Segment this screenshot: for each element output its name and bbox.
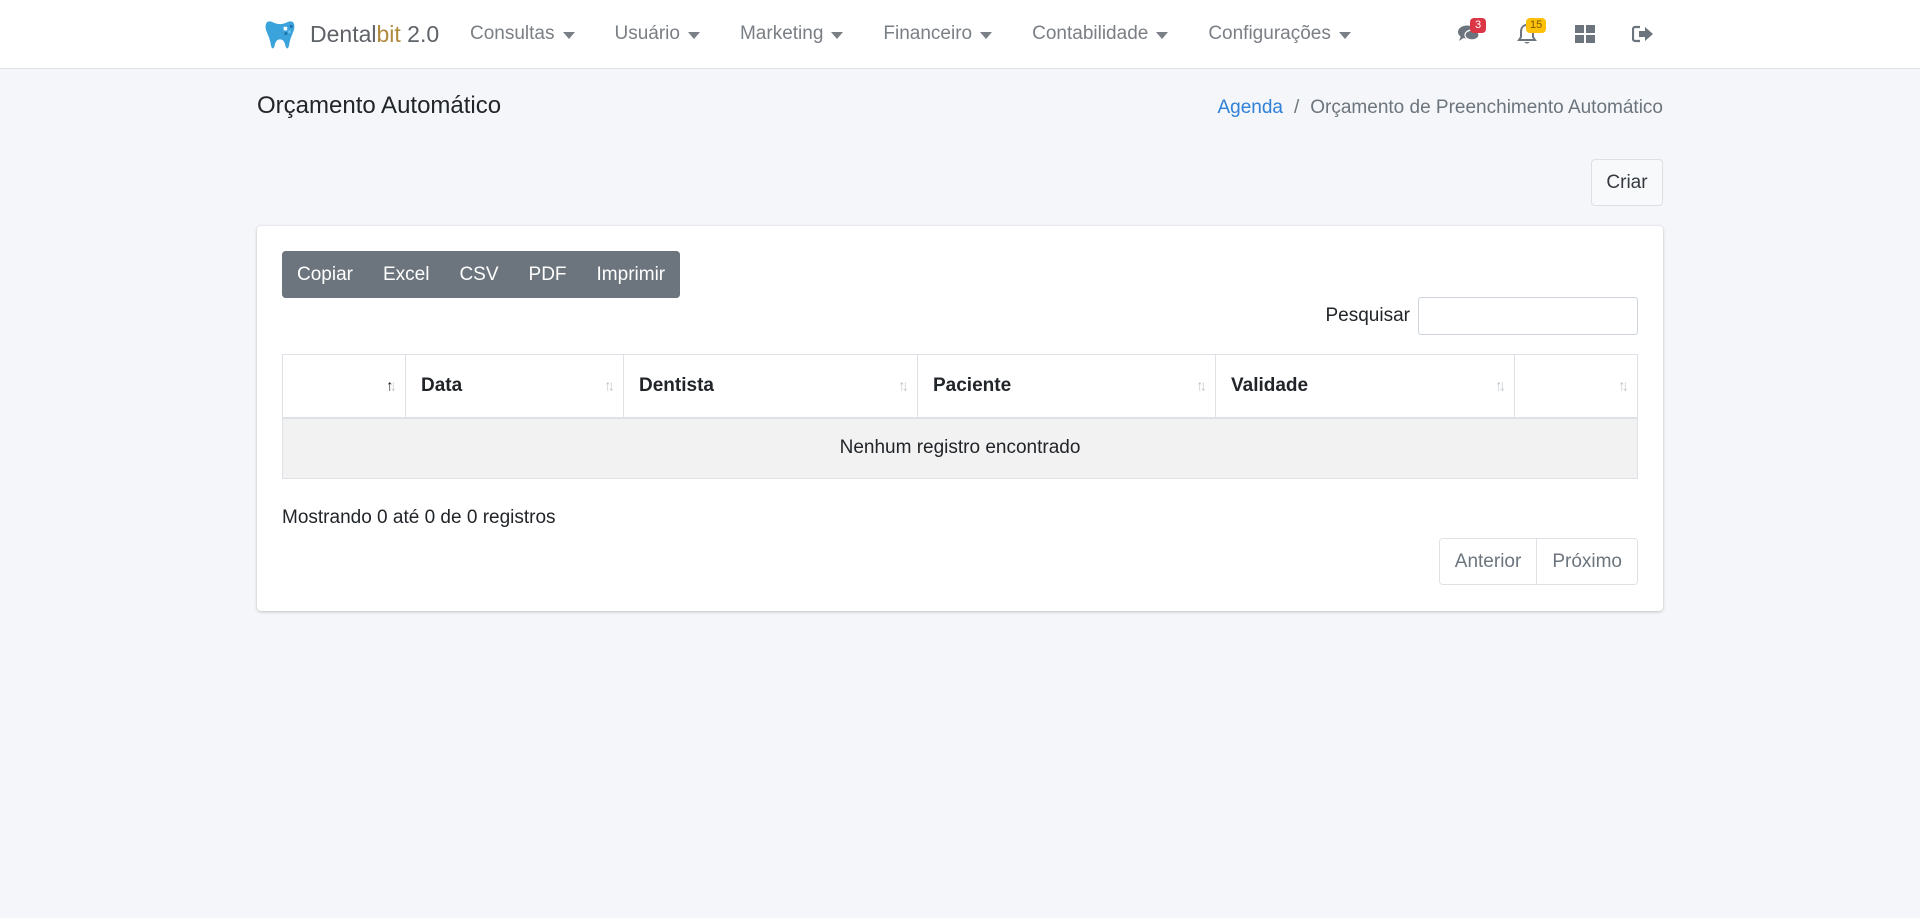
notifications-button[interactable]: 15 bbox=[1498, 14, 1556, 54]
menu-label: Financeiro bbox=[883, 23, 973, 44]
tooth-logo-icon bbox=[265, 21, 295, 49]
column-header-dentista[interactable]: Dentista ↑↓ bbox=[623, 354, 918, 419]
sort-icon: ↑↓ bbox=[898, 377, 909, 395]
menu-marketing[interactable]: Marketing bbox=[720, 23, 863, 45]
menu-label: Usuário bbox=[614, 23, 680, 44]
caret-down-icon bbox=[1156, 31, 1169, 39]
caret-down-icon bbox=[980, 31, 993, 39]
pagination: Anterior Próximo bbox=[1438, 538, 1638, 585]
menu-usuario[interactable]: Usuário bbox=[595, 23, 720, 45]
pdf-button[interactable]: PDF bbox=[513, 251, 582, 298]
menu-label: Configurações bbox=[1208, 23, 1331, 44]
empty-table-message: Nenhum registro encontrado bbox=[282, 417, 1638, 479]
brand-link[interactable]: Dentalbit 2.0 bbox=[262, 14, 439, 54]
breadcrumb: Agenda / Orçamento de Preenchimento Auto… bbox=[1217, 97, 1663, 119]
search-label: Pesquisar bbox=[1325, 305, 1411, 326]
sign-out-icon bbox=[1632, 25, 1653, 43]
grid-icon bbox=[1575, 25, 1595, 43]
logout-button[interactable] bbox=[1614, 14, 1672, 54]
sort-icon: ↑↓ bbox=[1196, 377, 1207, 395]
breadcrumb-link-agenda[interactable]: Agenda bbox=[1217, 97, 1283, 119]
menu-label: Marketing bbox=[739, 23, 824, 44]
sort-icon: ↑↓ bbox=[604, 377, 615, 395]
copy-button[interactable]: Copiar bbox=[282, 251, 368, 298]
breadcrumb-separator: / bbox=[1293, 97, 1300, 118]
menu-configuracoes[interactable]: Configurações bbox=[1188, 23, 1371, 45]
menu-financeiro[interactable]: Financeiro bbox=[863, 23, 1012, 45]
sort-icon: ↑↓ bbox=[1618, 377, 1629, 395]
column-header-index[interactable]: ↑↓ bbox=[282, 354, 406, 419]
export-button-group: Copiar Excel CSV PDF Imprimir bbox=[282, 251, 681, 298]
caret-down-icon bbox=[1338, 31, 1351, 39]
search-input[interactable] bbox=[1418, 297, 1638, 335]
notifications-count-badge: 15 bbox=[1526, 18, 1547, 33]
caret-down-icon bbox=[562, 31, 575, 39]
print-button[interactable]: Imprimir bbox=[581, 251, 681, 298]
dashboard-button[interactable] bbox=[1556, 14, 1614, 54]
menu-consultas[interactable]: Consultas bbox=[470, 23, 595, 45]
caret-down-icon bbox=[831, 31, 844, 39]
column-header-paciente[interactable]: Paciente ↑↓ bbox=[917, 354, 1216, 419]
menu-contabilidade[interactable]: Contabilidade bbox=[1012, 23, 1188, 45]
budget-table: ↑↓ Data ↑↓ Dentista ↑↓ Paciente ↑↓ Valid… bbox=[282, 354, 1638, 479]
sort-icon: ↑↓ bbox=[1495, 377, 1506, 395]
table-info: Mostrando 0 até 0 de 0 registros bbox=[282, 507, 556, 528]
column-header-data[interactable]: Data ↑↓ bbox=[405, 354, 624, 419]
navbar-icons: 3 15 bbox=[1440, 0, 1672, 68]
page-title: Orçamento Automático bbox=[257, 92, 502, 119]
excel-button[interactable]: Excel bbox=[367, 251, 445, 298]
table-row: Nenhum registro encontrado bbox=[282, 417, 1638, 479]
table-header-row: ↑↓ Data ↑↓ Dentista ↑↓ Paciente ↑↓ Valid… bbox=[282, 354, 1638, 419]
menu-label: Consultas bbox=[470, 23, 555, 44]
sort-ascending-icon: ↑↓ bbox=[386, 377, 397, 395]
column-header-validade[interactable]: Validade ↑↓ bbox=[1215, 354, 1515, 419]
create-button[interactable]: Criar bbox=[1591, 159, 1663, 206]
main-menu: Consultas Usuário Marketing Financeiro C… bbox=[470, 0, 1371, 68]
next-page-button[interactable]: Próximo bbox=[1536, 539, 1637, 584]
column-header-actions[interactable]: ↑↓ bbox=[1514, 354, 1638, 419]
menu-label: Contabilidade bbox=[1032, 23, 1149, 44]
top-navbar: Dentalbit 2.0 Consultas Usuário Marketin… bbox=[0, 0, 1920, 69]
messages-count-badge: 3 bbox=[1470, 18, 1486, 33]
brand-name: Dentalbit 2.0 bbox=[310, 20, 440, 47]
caret-down-icon bbox=[687, 31, 700, 39]
breadcrumb-current: Orçamento de Preenchimento Automático bbox=[1310, 97, 1663, 118]
messages-button[interactable]: 3 bbox=[1440, 14, 1498, 54]
previous-page-button[interactable]: Anterior bbox=[1439, 539, 1537, 584]
budget-table-card: Copiar Excel CSV PDF Imprimir Pesquisar … bbox=[257, 226, 1663, 611]
search-box: Pesquisar bbox=[1325, 297, 1638, 335]
csv-button[interactable]: CSV bbox=[444, 251, 514, 298]
